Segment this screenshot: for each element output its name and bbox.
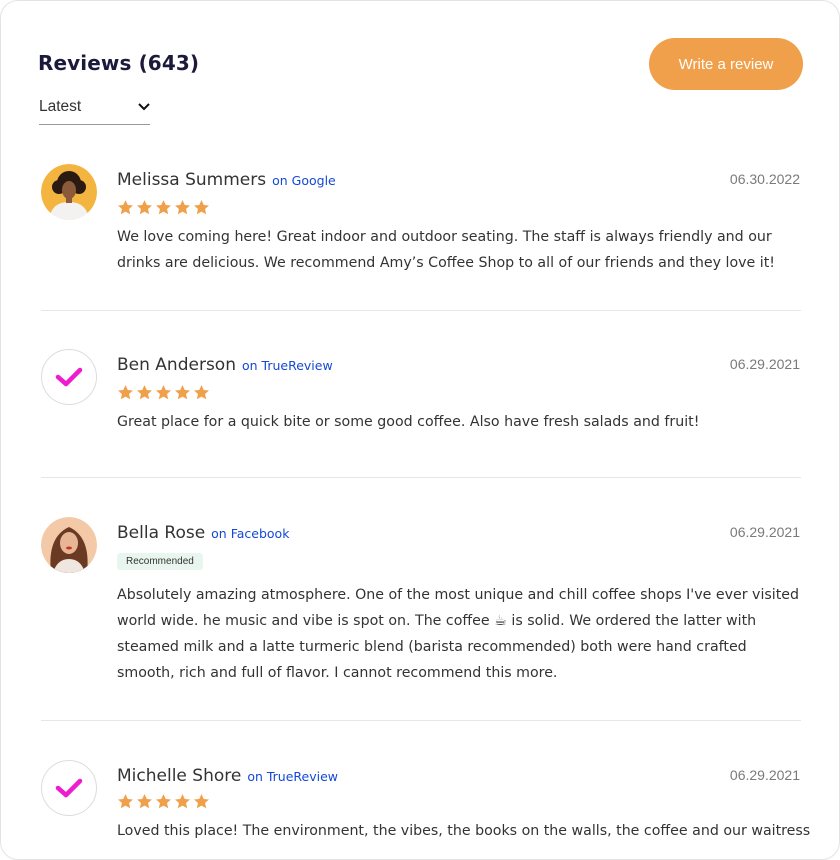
review-date: 06.29.2021 — [729, 524, 800, 540]
star-rating — [117, 384, 210, 401]
review-source-link[interactable]: on Google — [272, 173, 336, 188]
star-rating — [117, 793, 210, 810]
reviewer-name-text: Michelle Shore — [117, 766, 242, 786]
star-icon — [156, 200, 171, 215]
star-icon — [156, 794, 171, 809]
reviewer-name: Bella Rose on Facebook — [117, 523, 289, 543]
reviewer-name-text: Ben Anderson — [117, 355, 236, 375]
review-source-link[interactable]: on TrueReview — [247, 769, 338, 784]
write-review-button[interactable]: Write a review — [649, 38, 803, 90]
reviewer-name: Michelle Shore on TrueReview — [117, 766, 338, 786]
star-icon — [118, 200, 133, 215]
check-icon — [55, 778, 83, 798]
reviews-widget: Reviews (643) Write a review Latest Meli… — [0, 0, 840, 860]
review-date: 06.29.2021 — [729, 356, 800, 372]
review-source-link[interactable]: on Facebook — [211, 526, 289, 541]
chevron-down-icon — [138, 103, 150, 111]
star-rating — [117, 199, 210, 216]
review-date: 06.30.2022 — [729, 171, 800, 187]
divider — [41, 310, 801, 311]
recommended-badge: Recommended — [117, 553, 203, 570]
avatar-photo-icon — [41, 164, 97, 220]
reviewer-name-text: Bella Rose — [117, 523, 206, 543]
star-icon — [175, 794, 190, 809]
review-date: 06.29.2021 — [729, 767, 800, 783]
star-icon — [175, 200, 190, 215]
reviewer-name: Ben Anderson on TrueReview — [117, 355, 333, 375]
star-icon — [118, 794, 133, 809]
divider — [41, 477, 801, 478]
reviewer-avatar — [41, 349, 97, 405]
star-icon — [137, 385, 152, 400]
sort-selected-value: Latest — [39, 98, 82, 115]
review-text: We love coming here! Great indoor and ou… — [117, 229, 775, 271]
reviewer-avatar — [41, 517, 97, 573]
review-text: Loved this place! The environment, the v… — [117, 823, 811, 839]
star-icon — [194, 794, 209, 809]
review-source-link[interactable]: on TrueReview — [242, 358, 333, 373]
star-icon — [118, 385, 133, 400]
avatar-photo-icon — [41, 517, 97, 573]
review-text: Great place for a quick bite or some goo… — [117, 414, 700, 430]
reviewer-name: Melissa Summers on Google — [117, 170, 336, 190]
star-icon — [137, 200, 152, 215]
reviews-title: Reviews (643) — [38, 51, 200, 75]
reviewer-avatar — [41, 760, 97, 816]
check-icon — [55, 367, 83, 387]
star-icon — [156, 385, 171, 400]
reviewer-name-text: Melissa Summers — [117, 170, 267, 190]
star-icon — [137, 794, 152, 809]
star-icon — [175, 385, 190, 400]
star-icon — [194, 385, 209, 400]
star-icon — [194, 200, 209, 215]
sort-dropdown[interactable]: Latest — [39, 97, 150, 125]
divider — [41, 720, 801, 721]
review-text: Absolutely amazing atmosphere. One of th… — [117, 587, 800, 681]
reviewer-avatar — [41, 164, 97, 220]
